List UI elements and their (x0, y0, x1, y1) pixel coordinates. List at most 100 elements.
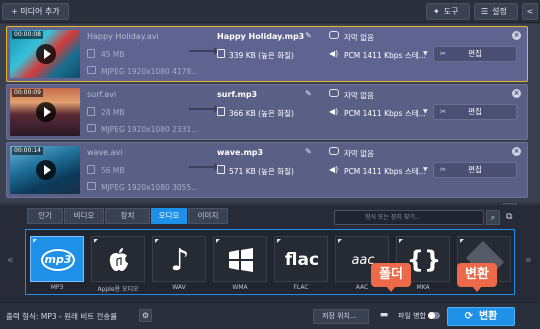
video-thumbnail[interactable]: 00:00:14 (10, 146, 80, 194)
save-location-select[interactable]: 저장 위치... (313, 309, 369, 324)
output-file-name: Happy Holiday.mp3 (217, 32, 305, 41)
scissors-icon: ✂ (440, 107, 447, 116)
tab-audio[interactable]: 오디오 (151, 208, 187, 224)
format-item-apple-audio[interactable]: Apple용 오디오 (91, 236, 145, 293)
audio-track-select[interactable]: PCM 1411 Kbps 스테... (344, 50, 426, 61)
output-file-name: wave.mp3 (217, 148, 264, 157)
play-icon[interactable] (36, 44, 56, 64)
output-file-name: surf.mp3 (217, 90, 258, 99)
play-icon[interactable] (36, 102, 56, 122)
merge-files-label: 파일 병합 (398, 312, 426, 320)
remove-file-icon[interactable]: × (512, 89, 521, 98)
format-label: WMA (232, 284, 248, 291)
open-folder-button[interactable]: ▬ (377, 309, 391, 324)
video-thumbnail[interactable]: 00:00:09 (10, 88, 80, 136)
music-note-icon: ♪ (170, 242, 190, 278)
format-search-input[interactable]: 형식 또는 장치 찾기... (334, 210, 484, 225)
format-tile[interactable]: mp3 (30, 236, 84, 282)
source-file-size: 45 MB (101, 50, 125, 59)
edit-button[interactable]: ✂ 편집 (433, 46, 517, 62)
format-tile[interactable] (213, 236, 267, 282)
settings-label: 설정 (492, 7, 507, 16)
mp3-logo: mp3 (31, 237, 85, 283)
arrow-right-icon (189, 47, 219, 55)
chevron-down-icon[interactable]: ▼ (423, 166, 428, 173)
video-thumbnail[interactable]: 00:00:08 (10, 30, 80, 78)
duration-label: 00:00:08 (12, 31, 43, 39)
audio-track-select[interactable]: PCM 1411 Kbps 스테... (344, 108, 426, 119)
play-icon[interactable] (36, 160, 56, 180)
speaker-icon: ◀) (329, 49, 339, 58)
format-tile[interactable]: flac (274, 236, 328, 282)
convert-label: 변환 (478, 311, 498, 322)
tools-label: 도구 (443, 7, 459, 16)
file-icon (87, 49, 95, 58)
share-icon: < (526, 7, 534, 16)
source-file-name: Happy Holiday.avi (87, 32, 159, 41)
source-file-name: surf.avi (87, 90, 117, 99)
format-label: FLAC (293, 284, 309, 291)
search-icon: ⌕ (490, 213, 496, 222)
search-button[interactable]: ⌕ (486, 210, 500, 225)
edit-label: 편집 (468, 165, 482, 174)
remove-file-icon[interactable]: × (512, 31, 521, 40)
share-button[interactable]: < (522, 3, 538, 20)
tab-popular[interactable]: 인기 (27, 208, 63, 224)
edit-button[interactable]: ✂ 편집 (433, 162, 517, 178)
tab-images[interactable]: 이미지 (188, 208, 228, 224)
subtitles-icon (329, 89, 339, 97)
tab-video[interactable]: 비디오 (64, 208, 104, 224)
subtitles-select[interactable]: 자막 없음 (344, 90, 374, 101)
scroll-left-icon[interactable]: « (7, 253, 14, 266)
settings-button[interactable]: ☰ 설정 (474, 3, 518, 20)
detect-device-button[interactable]: ⧉ (506, 210, 519, 225)
video-icon (87, 66, 96, 74)
format-panel: 인기 비디오 장치 오디오 이미지 형식 또는 장치 찾기... ⌕ ⧉ « »… (0, 205, 540, 302)
file-row[interactable]: 00:00:14 wave.avi 56 MB MJPEG 1920x1080 … (6, 142, 528, 198)
format-item-wav[interactable]: ♪ WAV (152, 236, 206, 291)
subtitles-select[interactable]: 자막 없음 (344, 32, 374, 43)
source-video-info: MJPEG 1920x1080 2331... (101, 125, 199, 134)
chevron-down-icon[interactable]: ▼ (423, 50, 428, 57)
folder-icon: ▬ (379, 310, 389, 320)
tab-devices[interactable]: 장치 (105, 208, 150, 224)
file-row[interactable]: 00:00:09 surf.avi 28 MB MJPEG 1920x1080 … (6, 84, 528, 140)
format-label: Apple용 오디오 (97, 286, 139, 293)
speaker-icon: ◀) (329, 165, 339, 174)
menu-icon: ☰ (481, 7, 489, 16)
pencil-icon[interactable]: ✎ (305, 89, 312, 98)
file-icon (217, 165, 225, 174)
duration-label: 00:00:09 (12, 89, 43, 97)
file-icon (217, 49, 225, 58)
format-tile[interactable] (91, 236, 145, 282)
format-item-mp3[interactable]: mp3 MP3 (30, 236, 84, 291)
subtitles-icon (329, 31, 339, 39)
file-list: 00:00:08 Happy Holiday.avi 45 MB MJPEG 1… (0, 24, 540, 202)
pencil-icon[interactable]: ✎ (305, 147, 312, 156)
merge-files-toggle[interactable] (428, 312, 440, 319)
source-file-name: wave.avi (87, 148, 123, 157)
arrow-right-icon (189, 163, 219, 171)
file-row[interactable]: 00:00:08 Happy Holiday.avi 45 MB MJPEG 1… (6, 26, 528, 82)
windows-logo (214, 237, 268, 283)
convert-button[interactable]: ⟳ 변환 (447, 307, 515, 326)
subtitles-icon (329, 147, 339, 155)
remove-file-icon[interactable]: × (512, 147, 521, 156)
chevron-down-icon[interactable]: ▼ (423, 108, 428, 115)
format-label: WAV (172, 284, 186, 291)
scissors-icon: ✂ (440, 165, 447, 174)
edit-button[interactable]: ✂ 편집 (433, 104, 517, 120)
format-item-wma[interactable]: WMA (213, 236, 267, 291)
arrow-right-icon (189, 105, 219, 113)
format-tile[interactable]: ♪ (152, 236, 206, 282)
output-file-size: 339 KB (높은 화질) (229, 51, 294, 60)
output-settings-button[interactable]: ⚙ (139, 309, 152, 322)
pencil-icon[interactable]: ✎ (305, 31, 312, 40)
audio-track-select[interactable]: PCM 1411 Kbps 스테... (344, 166, 426, 177)
subtitles-select[interactable]: 자막 없음 (344, 148, 374, 159)
format-item-flac[interactable]: flac FLAC (274, 236, 328, 291)
scroll-right-icon[interactable]: » (525, 253, 532, 266)
source-file-size: 28 MB (101, 108, 125, 117)
add-media-button[interactable]: + 미디어 추가 (2, 3, 69, 20)
tools-button[interactable]: ✦ 도구 (426, 3, 470, 20)
